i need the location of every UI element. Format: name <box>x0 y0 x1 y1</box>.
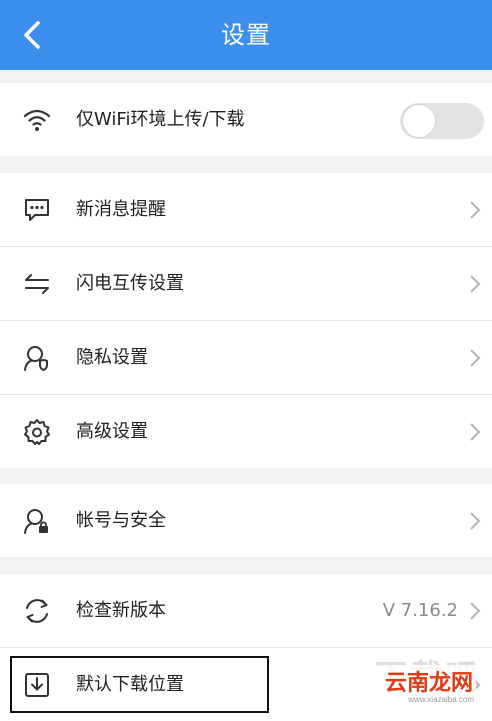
account-security-row[interactable]: 帐号与安全 <box>0 484 492 557</box>
account-security-label: 帐号与安全 <box>76 510 166 531</box>
chevron-right-icon <box>470 423 481 441</box>
chevron-right-icon <box>470 201 481 219</box>
refresh-icon <box>26 599 48 623</box>
user-lock-icon <box>24 509 48 534</box>
page-title: 设置 <box>221 21 271 49</box>
privacy-user-shield-icon <box>24 346 48 371</box>
version-value: V 7.16.2 <box>382 600 458 621</box>
chevron-right-icon <box>470 275 481 293</box>
new-message-alert-label: 新消息提醒 <box>76 199 166 220</box>
download-location-label: 默认下载位置 <box>76 674 184 695</box>
network-group: 仅WiFi环境上传/下载 <box>0 83 492 156</box>
wifi-only-label: 仅WiFi环境上传/下载 <box>76 109 245 130</box>
top-bar: 设置 <box>0 0 492 70</box>
advanced-settings-label: 高级设置 <box>76 421 148 442</box>
privacy-settings-row[interactable]: 隐私设置 <box>0 321 492 395</box>
new-message-alert-row[interactable]: 新消息提醒 <box>0 173 492 247</box>
settings-group: 新消息提醒 闪电互传设置 隐私设置 高级设置 <box>0 173 492 468</box>
chevron-right-icon <box>470 602 481 620</box>
watermark: 下载吧 云南龙网 www.xiazaiba.com <box>360 651 480 705</box>
wifi-only-row[interactable]: 仅WiFi环境上传/下载 <box>0 83 492 156</box>
message-bubble-icon <box>25 199 49 221</box>
watermark-main-text: 云南龙网 <box>381 665 476 697</box>
chevron-right-icon <box>470 349 481 367</box>
gear-icon <box>24 419 50 445</box>
check-update-row[interactable]: 检查新版本 V 7.16.2 <box>0 574 492 648</box>
download-box-icon <box>25 673 49 697</box>
flash-transfer-settings-label: 闪电互传设置 <box>76 273 184 294</box>
privacy-settings-label: 隐私设置 <box>76 347 148 368</box>
account-group: 帐号与安全 <box>0 484 492 557</box>
toggle-knob <box>402 104 436 138</box>
advanced-settings-row[interactable]: 高级设置 <box>0 395 492 468</box>
transfer-arrows-icon <box>25 274 49 294</box>
wifi-icon <box>23 109 51 131</box>
chevron-right-icon <box>470 512 481 530</box>
watermark-url-text: www.xiazaiba.com <box>408 695 474 704</box>
flash-transfer-settings-row[interactable]: 闪电互传设置 <box>0 247 492 321</box>
wifi-only-toggle[interactable] <box>400 103 484 139</box>
check-update-label: 检查新版本 <box>76 600 166 621</box>
